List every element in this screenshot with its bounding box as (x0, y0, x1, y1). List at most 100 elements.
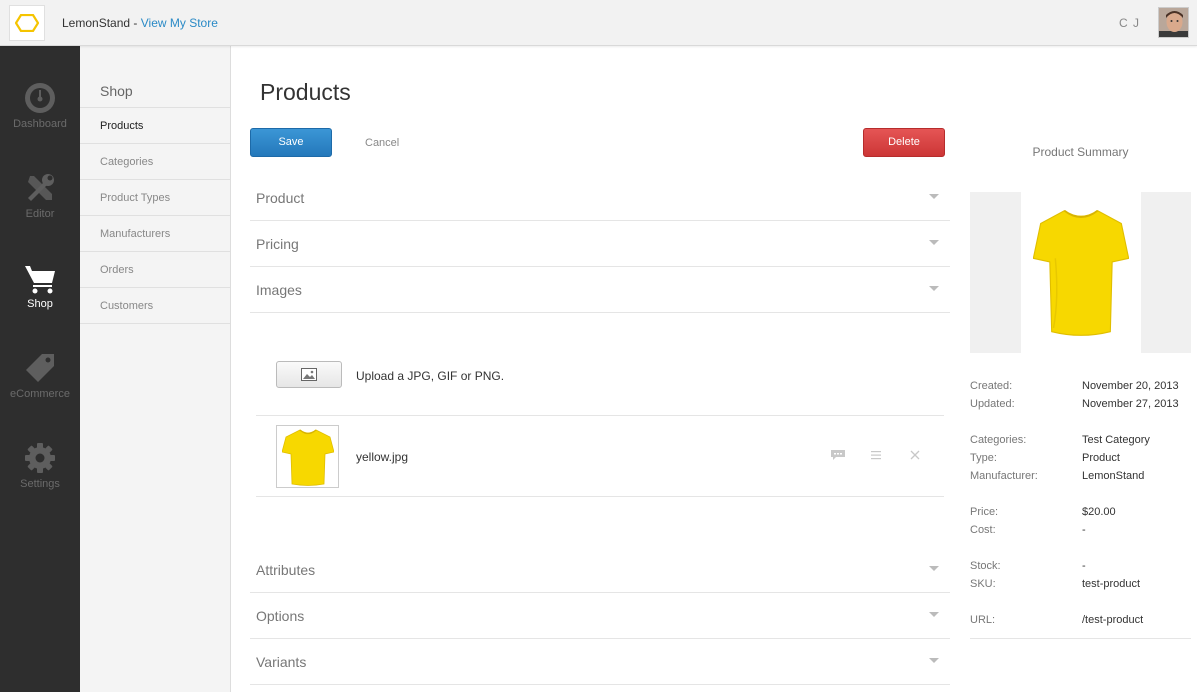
product-summary-image (970, 192, 1191, 353)
summary-row-categories: Categories: Test Category (970, 434, 1191, 452)
updated-value: November 27, 2013 (1082, 398, 1179, 410)
delete-button[interactable]: Delete (863, 128, 945, 157)
view-my-store-link[interactable]: View My Store (141, 16, 218, 30)
subnav-item-customers[interactable]: Customers (80, 288, 230, 324)
created-label: Created: (970, 380, 1013, 392)
created-value: November 20, 2013 (1082, 380, 1179, 392)
caret-down-icon (929, 240, 939, 245)
subnav-title: Shop (100, 83, 133, 99)
summary-row-updated: Updated: November 27, 2013 (970, 398, 1191, 416)
manufacturer-value: LemonStand (1082, 470, 1145, 482)
image-upload-row: Upload a JPG, GIF or PNG. (256, 339, 944, 416)
section-images[interactable]: Images (250, 267, 950, 313)
image-list-item: yellow.jpg (256, 416, 944, 497)
tag-icon (26, 354, 54, 382)
comment-icon[interactable] (830, 448, 846, 466)
section-attributes[interactable]: Attributes (250, 547, 950, 593)
sku-label: SKU: (970, 578, 996, 590)
dashboard-icon (25, 83, 55, 113)
section-variants[interactable]: Variants (250, 639, 950, 685)
subnav-list: Products Categories Product Types Manufa… (80, 107, 230, 324)
gear-icon (25, 443, 55, 473)
stock-label: Stock: (970, 560, 1001, 572)
subnav-item-manufacturers[interactable]: Manufacturers (80, 216, 230, 252)
stock-value: - (1082, 560, 1086, 572)
summary-row-stock: Stock: - (970, 560, 1191, 578)
nav-settings[interactable]: Settings (0, 442, 80, 532)
summary-row-price: Price: $20.00 (970, 506, 1191, 524)
subnav-item-products[interactable]: Products (80, 108, 230, 144)
cancel-button[interactable]: Cancel (365, 137, 399, 149)
nav-dashboard[interactable]: Dashboard (0, 82, 80, 172)
nav-shop[interactable]: Shop (0, 262, 80, 352)
subnav-item-orders[interactable]: Orders (80, 252, 230, 288)
summary-row-manufacturer: Manufacturer: LemonStand (970, 470, 1191, 488)
user-initials[interactable]: C J (1119, 16, 1140, 30)
lemonstand-logo[interactable] (9, 5, 45, 41)
caret-down-icon (929, 612, 939, 617)
type-value: Product (1082, 452, 1120, 464)
nav-ecommerce[interactable]: eCommerce (0, 352, 80, 442)
cart-icon (25, 266, 55, 294)
page-title: Products (260, 79, 351, 105)
nav-dashboard-label: Dashboard (13, 118, 67, 130)
cost-label: Cost: (970, 524, 996, 536)
caret-down-icon (929, 194, 939, 199)
close-icon[interactable] (910, 448, 920, 466)
manufacturer-label: Manufacturer: (970, 470, 1038, 482)
upload-hint: Upload a JPG, GIF or PNG. (356, 369, 505, 383)
product-image-frame (1021, 192, 1141, 353)
summary-row-sku: SKU: test-product (970, 578, 1191, 596)
section-attributes-label: Attributes (256, 562, 316, 578)
summary-divider (970, 638, 1191, 639)
top-bar: LemonStand - View My Store C J (0, 0, 1197, 46)
summary-row-url: URL: /test-product (970, 614, 1191, 632)
section-options-label: Options (256, 608, 305, 624)
subnav-item-categories[interactable]: Categories (80, 144, 230, 180)
logo-icon (15, 14, 39, 32)
section-options[interactable]: Options (250, 593, 950, 639)
categories-label: Categories: (970, 434, 1027, 446)
main-nav: Dashboard Editor Shop eCommerce Settings (0, 46, 80, 692)
url-label: URL: (970, 614, 996, 626)
store-title: LemonStand - View My Store (62, 16, 218, 30)
cost-value: - (1082, 524, 1086, 536)
avatar-photo (1159, 8, 1188, 37)
section-pricing[interactable]: Pricing (250, 221, 950, 267)
caret-down-icon (929, 658, 939, 663)
nav-shop-label: Shop (27, 298, 53, 310)
section-product[interactable]: Product (250, 175, 950, 221)
caret-down-icon (929, 566, 939, 571)
drag-handle-icon[interactable] (871, 448, 881, 466)
subnav-item-product-types[interactable]: Product Types (80, 180, 230, 216)
image-thumbnail[interactable] (276, 425, 339, 488)
summary-row-created: Created: November 20, 2013 (970, 380, 1191, 398)
caret-down-icon (929, 286, 939, 291)
user-avatar[interactable] (1158, 7, 1189, 38)
type-label: Type: (970, 452, 997, 464)
nav-editor-label: Editor (25, 208, 55, 220)
section-product-label: Product (256, 190, 305, 206)
sku-value: test-product (1082, 578, 1141, 590)
title-separator: - (130, 16, 141, 30)
shop-subnav: Shop Products Categories Product Types M… (80, 46, 231, 692)
nav-editor[interactable]: Editor (0, 172, 80, 262)
price-value: $20.00 (1082, 506, 1116, 518)
yellow-tshirt-image (281, 429, 334, 486)
summary-row-type: Type: Product (970, 452, 1191, 470)
upload-image-button[interactable] (276, 361, 342, 388)
store-name: LemonStand (62, 16, 131, 30)
section-pricing-label: Pricing (256, 236, 299, 252)
nav-settings-label: Settings (20, 478, 60, 490)
tools-icon (28, 174, 54, 201)
save-button[interactable]: Save (250, 128, 332, 157)
yellow-tshirt-image (1033, 209, 1129, 336)
product-summary-title: Product Summary (1032, 145, 1129, 159)
section-variants-label: Variants (256, 654, 307, 670)
summary-row-cost: Cost: - (970, 524, 1191, 542)
url-value: /test-product (1082, 614, 1144, 626)
nav-ecommerce-label: eCommerce (10, 388, 70, 400)
updated-label: Updated: (970, 398, 1015, 410)
image-icon (301, 368, 317, 381)
image-filename: yellow.jpg (356, 450, 409, 464)
